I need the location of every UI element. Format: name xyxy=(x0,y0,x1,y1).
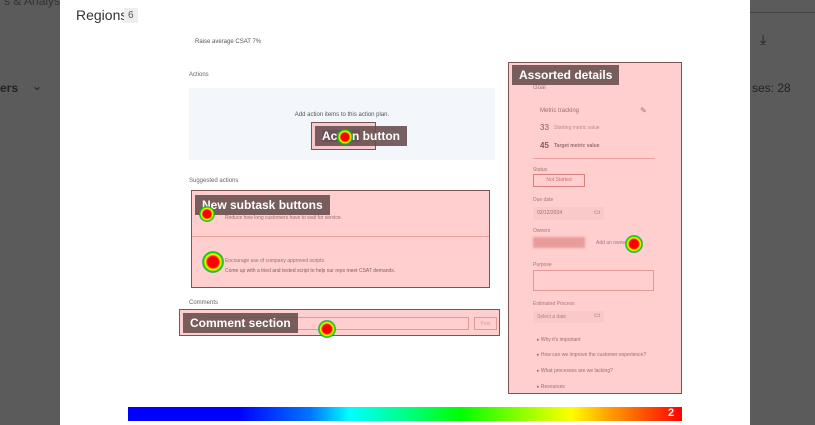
region-label-subtask: New subtask buttons xyxy=(195,195,330,215)
bg-filter[interactable]: ers xyxy=(0,81,18,95)
heat-spot xyxy=(202,251,224,273)
chevron-down-icon[interactable]: ⌄ xyxy=(32,79,42,93)
actions-empty-text: Add action items to this action plan. xyxy=(294,112,390,118)
heat-spot xyxy=(199,206,215,222)
divider xyxy=(750,12,815,13)
region-label-details: Assorted details xyxy=(512,65,620,85)
heatmap-legend-bar xyxy=(128,407,682,421)
region-details xyxy=(508,62,682,394)
heat-spot xyxy=(318,320,336,338)
actions-heading: Actions xyxy=(189,72,209,78)
suggested-heading: Suggested actions xyxy=(189,178,239,184)
heat-spot xyxy=(625,235,643,253)
legend-max-label: 2 xyxy=(668,407,675,419)
region-label-action: Action button xyxy=(315,126,407,146)
heat-spot xyxy=(337,129,353,145)
download-icon[interactable]: ⤓ xyxy=(760,31,766,48)
modal-title: Regions xyxy=(76,7,128,23)
comments-heading: Comments xyxy=(189,300,219,306)
bg-cases: ses: 28 xyxy=(752,81,791,95)
region-label-comment: Comment section xyxy=(183,313,298,333)
bg-app-title: s & Analysis xyxy=(4,0,69,8)
goal-text: Raise average CSAT 7% xyxy=(195,39,262,45)
region-count-badge: 6 xyxy=(124,8,138,23)
